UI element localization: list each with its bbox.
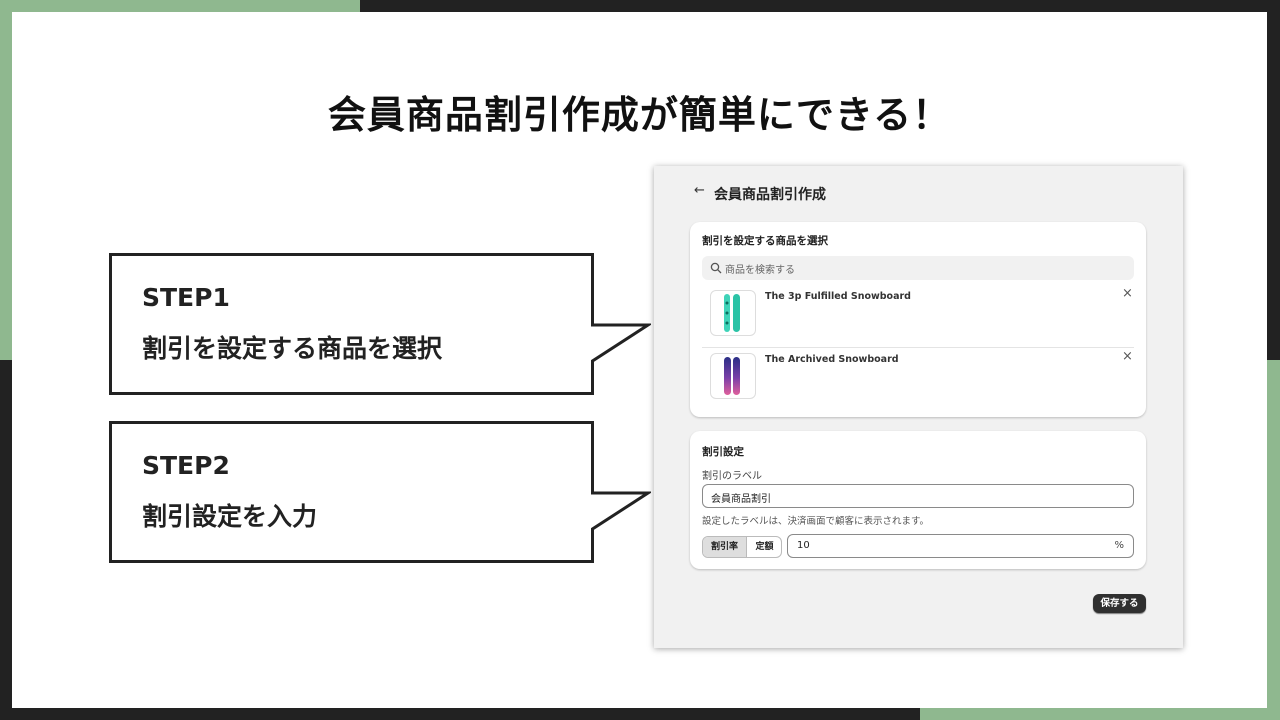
discount-label-input[interactable]: 会員商品割引	[702, 484, 1134, 508]
save-button[interactable]: 保存する	[1093, 594, 1146, 613]
discount-label-field-label: 割引のラベル	[702, 471, 762, 482]
callout-step-description: 割引設定を入力	[142, 502, 318, 531]
remove-product-icon[interactable]: ×	[1122, 350, 1133, 364]
product-row: The 3p Fulfilled Snowboard ×	[702, 287, 1134, 348]
callout-step-description: 割引を設定する商品を選択	[142, 334, 443, 363]
discount-amount-input[interactable]: 10 %	[787, 534, 1134, 558]
slide-title: 会員商品割引作成が簡単にできる！	[327, 93, 952, 137]
callout-step-label: STEP2	[142, 451, 230, 480]
callout-step2: STEP2 割引設定を入力	[109, 421, 651, 563]
speech-bubble-shape	[109, 253, 651, 395]
speech-bubble-shape	[109, 421, 651, 563]
card-title: 割引設定	[702, 446, 744, 458]
discount-type-percentage[interactable]: 割引率	[703, 537, 746, 557]
product-thumbnail	[710, 290, 756, 336]
product-select-card: 割引を設定する商品を選択 商品を検索する The 3p Fulfilled Sn…	[690, 222, 1146, 417]
search-placeholder: 商品を検索する	[725, 265, 795, 276]
product-thumbnail	[710, 353, 756, 399]
help-text: 設定したラベルは、決済画面で顧客に表示されます。	[702, 516, 930, 527]
discount-type-toggle: 割引率 定額	[702, 536, 782, 558]
discount-type-fixed[interactable]: 定額	[746, 537, 781, 557]
product-row: The Archived Snowboard ×	[702, 350, 1134, 410]
remove-product-icon[interactable]: ×	[1122, 287, 1133, 301]
product-name: The 3p Fulfilled Snowboard	[765, 291, 911, 302]
card-title: 割引を設定する商品を選択	[702, 235, 828, 247]
callout-step1: STEP1 割引を設定する商品を選択	[109, 253, 651, 395]
back-arrow-icon[interactable]: ←	[694, 183, 705, 198]
discount-editor-screenshot: ← 会員商品割引作成 割引を設定する商品を選択 商品を検索する The 3p F…	[654, 166, 1183, 648]
discount-settings-card: 割引設定 割引のラベル 会員商品割引 設定したラベルは、決済画面で顧客に表示され…	[690, 431, 1146, 569]
search-icon	[710, 262, 722, 274]
discount-amount-value: 10	[797, 540, 810, 551]
product-name: The Archived Snowboard	[765, 354, 899, 365]
discount-label-value: 会員商品割引	[711, 494, 771, 505]
page-title: 会員商品割引作成	[714, 187, 826, 203]
percent-suffix: %	[1114, 540, 1124, 551]
product-search-input[interactable]: 商品を検索する	[702, 256, 1134, 280]
callout-step-label: STEP1	[142, 283, 230, 312]
